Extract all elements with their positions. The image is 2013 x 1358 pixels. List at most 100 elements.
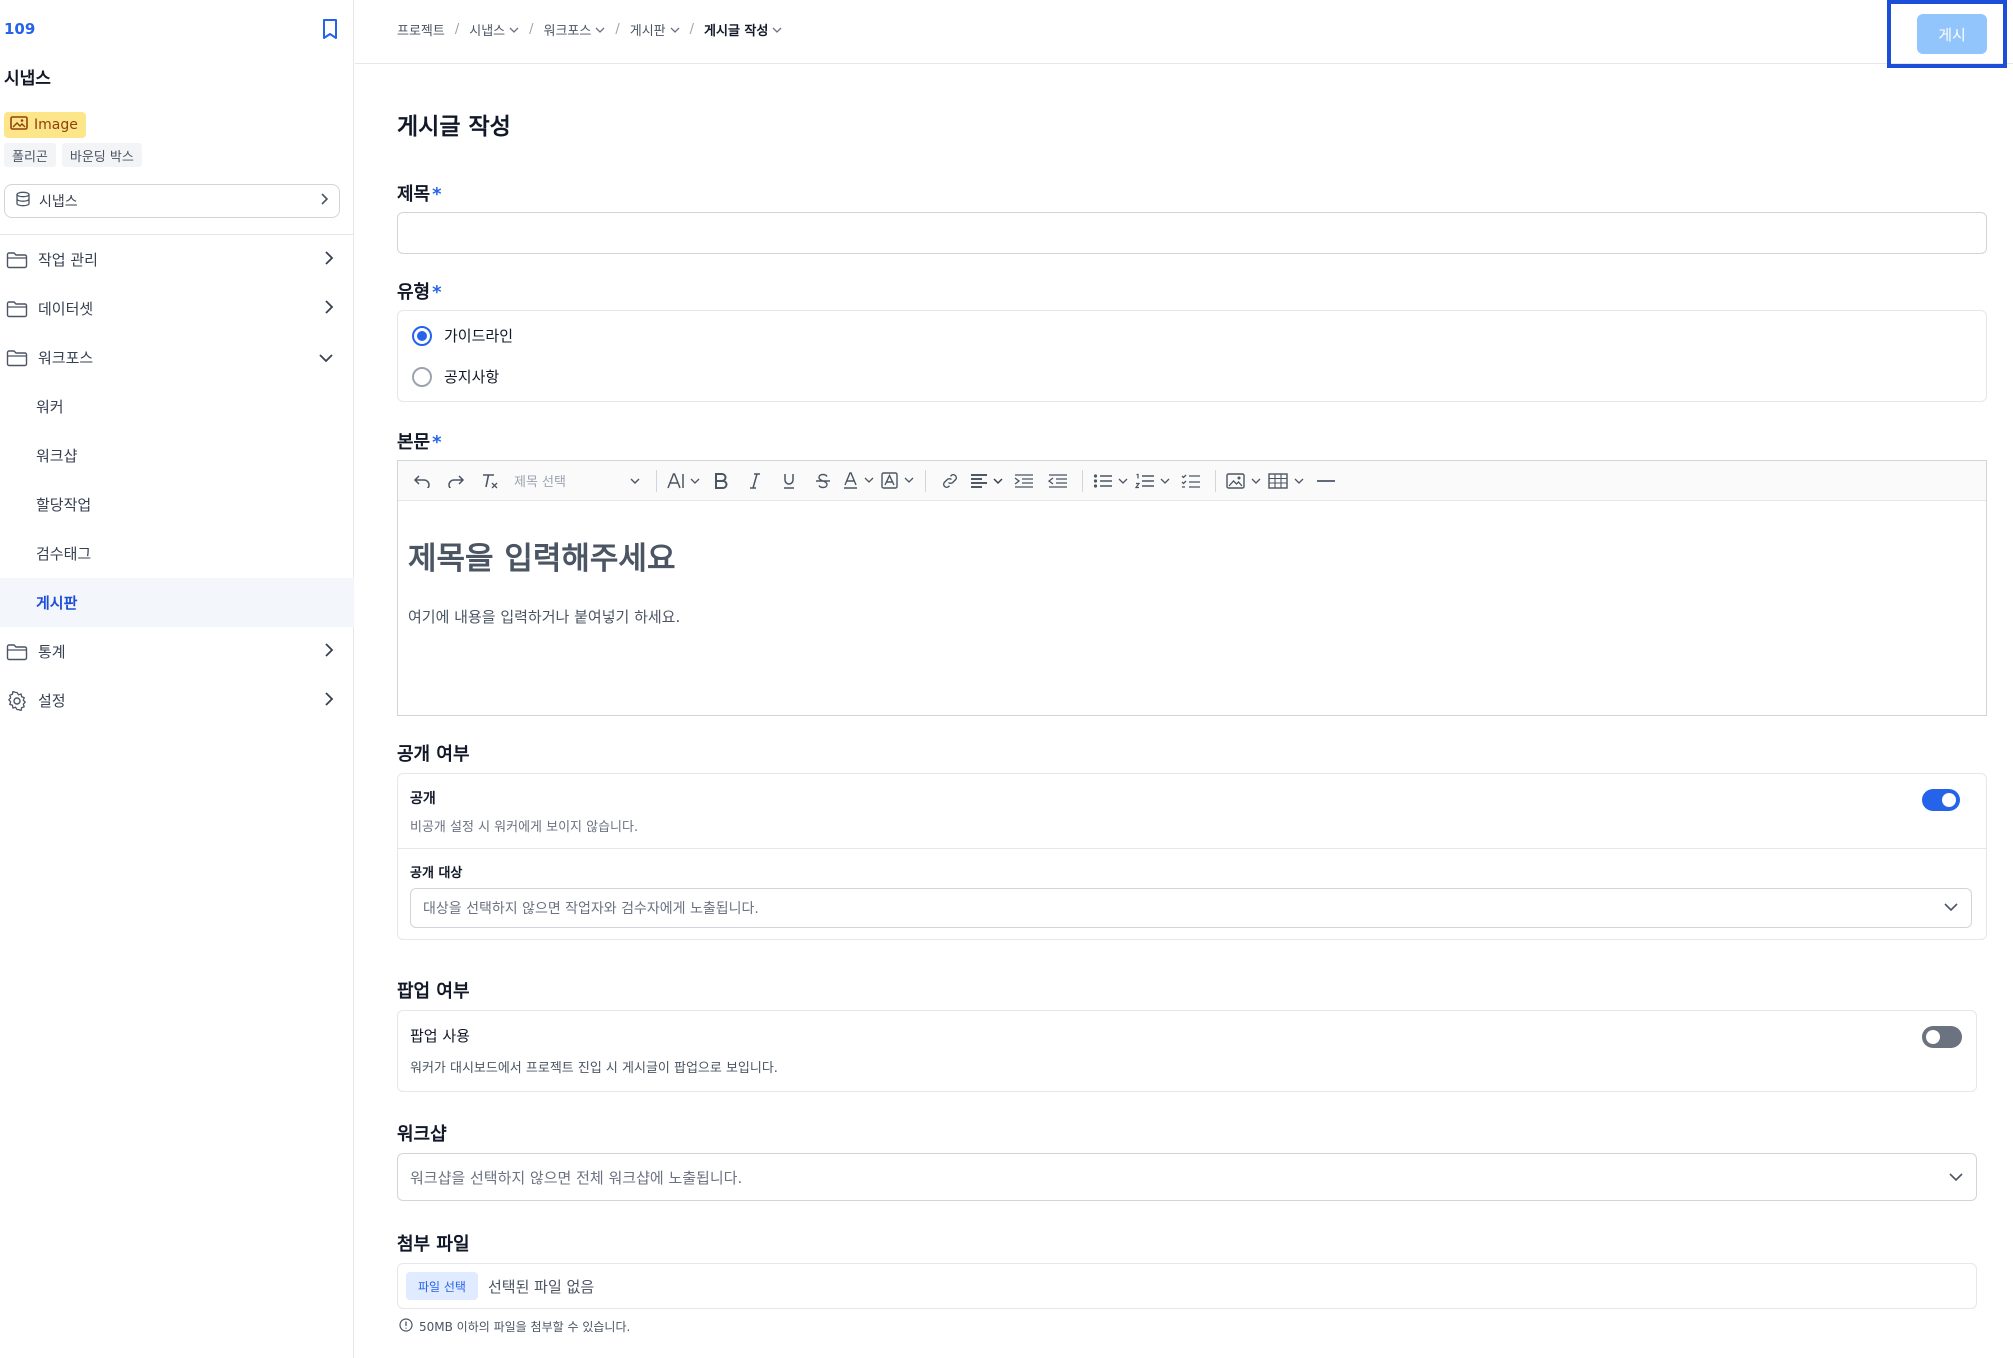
chevron-down-icon xyxy=(1948,1168,1964,1186)
image-type-badge: Image xyxy=(4,112,86,138)
dataset-selector[interactable]: 시냅스 xyxy=(4,184,340,218)
chevron-right-icon xyxy=(324,642,334,662)
required-mark: * xyxy=(432,282,442,303)
breadcrumb-item[interactable]: 게시판 xyxy=(630,20,680,39)
sidebar-item-task-management[interactable]: 작업 관리 xyxy=(0,235,354,284)
editor-body-placeholder[interactable]: 여기에 내용을 입력하거나 붙여넣기 하세요. xyxy=(408,606,680,627)
gear-icon xyxy=(6,690,28,712)
radio-button[interactable] xyxy=(412,366,432,387)
visibility-description: 비공개 설정 시 워커에게 보이지 않습니다. xyxy=(410,820,639,835)
breadcrumb-separator: / xyxy=(454,22,460,37)
sidebar-subitem-worker[interactable]: 워커 xyxy=(0,382,354,431)
attachment-section-title: 첨부 파일 xyxy=(397,1234,470,1255)
numbered-list-icon[interactable] xyxy=(1135,467,1171,495)
sidebar-item-dataset[interactable]: 데이터셋 xyxy=(0,284,354,333)
popup-section-title: 팝업 여부 xyxy=(397,981,470,1002)
outdent-icon[interactable] xyxy=(1044,467,1072,495)
visibility-panel: 공개 비공개 설정 시 워커에게 보이지 않습니다. 공개 대상 대상을 선택하… xyxy=(397,773,1987,940)
radio-guideline[interactable]: 가이드라인 xyxy=(412,325,513,346)
publish-highlight: 게시 xyxy=(1887,0,2007,68)
breadcrumb-separator: / xyxy=(615,22,620,37)
breadcrumb-label: 시냅스 xyxy=(469,24,506,39)
radio-button-selected[interactable] xyxy=(412,325,432,346)
sidebar-item-label: 통계 xyxy=(38,643,66,661)
heading-select[interactable]: 제목 선택 xyxy=(510,467,646,495)
underline-icon[interactable] xyxy=(775,467,803,495)
publish-button[interactable]: 게시 xyxy=(1917,14,1987,54)
sidebar-subitem-assigned-tasks[interactable]: 할당작업 xyxy=(0,480,354,529)
required-mark: * xyxy=(432,184,442,205)
body-label-text: 본문 xyxy=(397,432,431,453)
editor-heading-placeholder[interactable]: 제목을 입력해주세요 xyxy=(408,533,675,578)
font-color-icon[interactable] xyxy=(843,467,875,495)
link-icon[interactable] xyxy=(936,467,964,495)
checklist-icon[interactable] xyxy=(1177,467,1205,495)
sidebar-item-settings[interactable]: 설정 xyxy=(0,676,354,725)
type-label: 유형 * xyxy=(397,278,442,304)
align-icon[interactable] xyxy=(970,467,1004,495)
bookmark-icon[interactable] xyxy=(320,18,340,40)
breadcrumb-item[interactable]: 워크포스 xyxy=(544,20,606,39)
chevron-right-icon xyxy=(324,250,334,270)
breadcrumb-label: 워크포스 xyxy=(543,24,592,39)
breadcrumb-separator: / xyxy=(529,22,534,37)
popup-title: 팝업 사용 xyxy=(410,1027,470,1045)
chevron-down-icon xyxy=(1943,900,1959,916)
type-radio-group: 가이드라인 공지사항 xyxy=(397,310,1987,402)
strikethrough-icon[interactable] xyxy=(809,467,837,495)
image-icon xyxy=(10,116,28,134)
title-label-text: 제목 xyxy=(397,184,431,205)
project-id: 109 xyxy=(4,20,36,38)
highlight-color-icon[interactable] xyxy=(881,467,915,495)
redo-icon[interactable] xyxy=(442,467,470,495)
target-select[interactable]: 대상을 선택하지 않으면 작업자와 검수자에게 노출됩니다. xyxy=(410,888,1972,928)
heading-select-placeholder: 제목 선택 xyxy=(514,475,566,490)
bullet-list-icon[interactable] xyxy=(1093,467,1129,495)
file-input: 파일 선택 선택된 파일 없음 xyxy=(397,1263,1977,1309)
insert-image-icon[interactable] xyxy=(1226,467,1262,495)
visibility-section-title: 공개 여부 xyxy=(397,744,470,765)
sidebar-nav: 작업 관리 데이터셋 워크포스 워커 워크샵 할당작업 검수태그 게시판 통계 … xyxy=(0,235,354,725)
title-input[interactable] xyxy=(397,212,1987,254)
chevron-right-icon xyxy=(319,192,329,210)
insert-table-icon[interactable] xyxy=(1268,467,1306,495)
breadcrumb-label: 프로젝트 xyxy=(397,24,445,39)
workshop-select[interactable]: 워크샵을 선택하지 않으면 전체 워크샵에 노출됩니다. xyxy=(397,1153,1977,1201)
bold-icon[interactable] xyxy=(707,467,735,495)
visibility-row: 공개 비공개 설정 시 워커에게 보이지 않습니다. xyxy=(398,774,1986,849)
undo-icon[interactable] xyxy=(408,467,436,495)
horizontal-rule-icon[interactable] xyxy=(1312,467,1340,495)
selector-label: 시냅스 xyxy=(39,194,78,210)
folder-icon xyxy=(6,347,28,369)
required-mark: * xyxy=(432,432,442,453)
chevron-down-icon xyxy=(318,349,334,367)
breadcrumb-item[interactable]: 프로젝트 xyxy=(397,20,445,39)
breadcrumb-item-current[interactable]: 게시글 작성 xyxy=(704,20,782,39)
sidebar-subitem-review-tags[interactable]: 검수태그 xyxy=(0,529,354,578)
file-select-button[interactable]: 파일 선택 xyxy=(406,1272,478,1300)
title-label: 제목 * xyxy=(397,180,442,206)
italic-icon[interactable] xyxy=(741,467,769,495)
radio-notice[interactable]: 공지사항 xyxy=(412,366,499,387)
sidebar-item-statistics[interactable]: 통계 xyxy=(0,627,354,676)
font-size-icon[interactable] xyxy=(667,467,701,495)
chevron-down-icon xyxy=(509,22,519,37)
workshop-section-title: 워크샵 xyxy=(397,1124,447,1145)
database-icon xyxy=(15,191,31,211)
sidebar-subitem-board[interactable]: 게시판 xyxy=(0,578,354,627)
sidebar-subitem-workshop[interactable]: 워크샵 xyxy=(0,431,354,480)
popup-panel: 팝업 사용 워커가 대시보드에서 프로젝트 진입 시 게시글이 팝업으로 보입니… xyxy=(397,1010,1977,1092)
target-select-placeholder: 대상을 선택하지 않으면 작업자와 검수자에게 노출됩니다. xyxy=(423,901,759,917)
indent-icon[interactable] xyxy=(1010,467,1038,495)
breadcrumb-item[interactable]: 시냅스 xyxy=(469,20,519,39)
sidebar: 109 시냅스 Image 폴리곤 바운딩 박스 시냅스 작업 관리 데이터셋 … xyxy=(0,0,354,1358)
main-content: 프로젝트 / 시냅스 / 워크포스 / 게시판 / 게시글 작성 게시 게시글 … xyxy=(355,0,2013,1358)
popup-toggle[interactable] xyxy=(1922,1026,1962,1048)
chevron-down-icon xyxy=(595,22,605,37)
body-label: 본문 * xyxy=(397,428,442,454)
visibility-toggle[interactable] xyxy=(1922,789,1960,811)
clear-format-icon[interactable] xyxy=(476,467,504,495)
sidebar-item-workforce[interactable]: 워크포스 xyxy=(0,333,354,382)
breadcrumb: 프로젝트 / 시냅스 / 워크포스 / 게시판 / 게시글 작성 xyxy=(397,20,782,39)
info-icon xyxy=(399,1318,413,1335)
